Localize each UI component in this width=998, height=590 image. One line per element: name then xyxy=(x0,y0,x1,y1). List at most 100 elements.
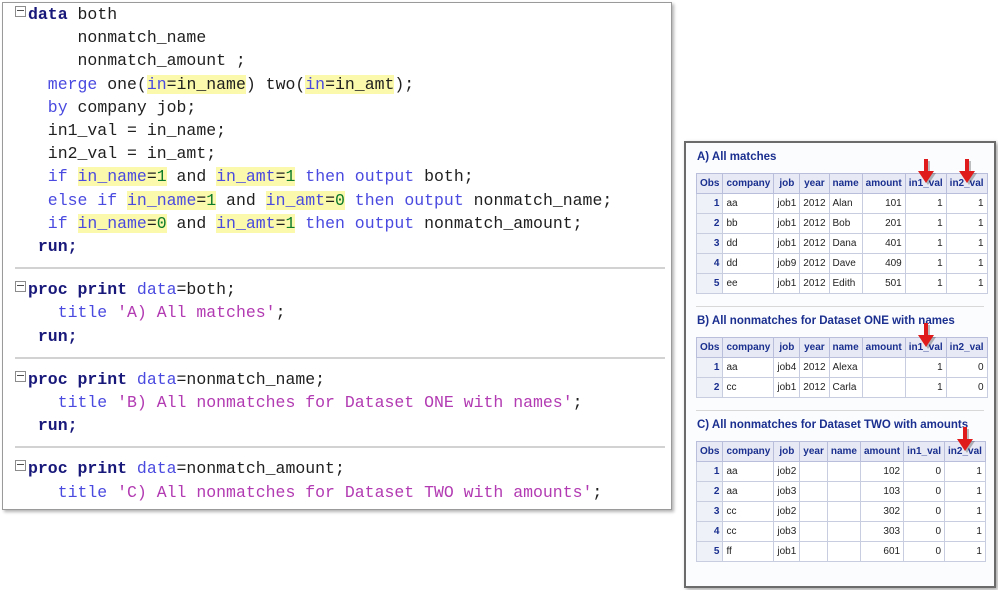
cell-year xyxy=(800,522,828,542)
code-token: in_amt xyxy=(216,214,275,233)
cell-Obs: 1 xyxy=(697,358,723,378)
cell-name xyxy=(827,502,860,522)
cell-year: 2012 xyxy=(800,194,829,214)
code-line[interactable]: if in_name=1 and in_amt=1 then output bo… xyxy=(3,165,671,188)
cell-job: job4 xyxy=(774,358,800,378)
code-line[interactable]: proc print data=both; xyxy=(3,278,671,301)
code-line[interactable]: else if in_name=1 and in_amt=0 then outp… xyxy=(3,189,671,212)
code-token: =nonmatch_amount; xyxy=(177,459,345,478)
table-row: 1aajob42012Alexa10 xyxy=(697,358,988,378)
code-token: both; xyxy=(424,167,474,186)
column-header-company: company xyxy=(723,174,774,194)
column-header-in2_val: in2_val xyxy=(946,174,987,194)
table-row: 2bbjob12012Bob20111 xyxy=(697,214,988,234)
cell-name xyxy=(827,522,860,542)
code-line[interactable]: proc print data=nonmatch_name; xyxy=(3,368,671,391)
code-token: 'A) All matches' xyxy=(117,303,275,322)
code-line[interactable]: title 'A) All matches'; xyxy=(3,301,671,324)
cell-amount: 501 xyxy=(862,274,905,294)
cell-job: job1 xyxy=(774,234,800,254)
code-line[interactable]: merge one(in=in_name) two(in=in_amt); xyxy=(3,73,671,96)
section-a-title: A) All matches xyxy=(697,151,984,163)
table-row: 4ccjob330301 xyxy=(697,522,986,542)
code-token: if xyxy=(28,214,78,233)
code-line[interactable]: nonmatch_amount ; xyxy=(3,49,671,72)
section-c-table: Obscompanyjobyearnameamountin1_valin2_va… xyxy=(696,441,986,562)
code-token: in_name xyxy=(78,167,147,186)
code-token: = xyxy=(196,191,206,210)
cell-name: Edith xyxy=(829,274,862,294)
collapse-minus-icon[interactable] xyxy=(15,371,26,382)
code-token: then output xyxy=(295,214,424,233)
column-header-job: job xyxy=(774,442,800,462)
proc-print-nonmatch-amount-block[interactable]: proc print data=nonmatch_amount; title '… xyxy=(3,457,671,510)
code-line[interactable]: in2_val = in_amt; xyxy=(3,142,671,165)
section-a: A) All matches Obscompanyjobyearnameamoun… xyxy=(686,143,994,294)
cell-in1_val: 0 xyxy=(904,522,945,542)
code-token: in_amt xyxy=(266,191,325,210)
code-token: = xyxy=(276,167,286,186)
table-row: 4ddjob92012Dave40911 xyxy=(697,254,988,274)
code-line[interactable]: run; xyxy=(3,325,671,348)
cell-job: job3 xyxy=(774,522,800,542)
code-token: = xyxy=(147,214,157,233)
code-token: in_name xyxy=(78,214,147,233)
cell-Obs: 4 xyxy=(697,522,723,542)
code-line[interactable]: run; xyxy=(3,235,671,258)
cell-name: Bob xyxy=(829,214,862,234)
collapse-minus-icon[interactable] xyxy=(15,281,26,292)
code-token: nonmatch_name; xyxy=(474,191,613,210)
cell-year: 2012 xyxy=(800,378,829,398)
code-line[interactable]: data both xyxy=(3,3,671,26)
cell-Obs: 2 xyxy=(697,378,723,398)
code-line[interactable]: proc print data=nonmatch_amount; xyxy=(3,457,671,480)
cell-Obs: 2 xyxy=(697,482,723,502)
code-token: then output xyxy=(345,191,474,210)
cell-company: aa xyxy=(723,194,774,214)
code-line[interactable]: title 'B) All nonmatches for Dataset ONE… xyxy=(3,391,671,414)
cell-Obs: 1 xyxy=(697,194,723,214)
column-header-job: job xyxy=(774,338,800,358)
cell-job: job1 xyxy=(774,542,800,562)
code-line[interactable]: nonmatch_name xyxy=(3,26,671,49)
code-line[interactable]: in1_val = in_name; xyxy=(3,119,671,142)
sas-output-results-panel[interactable]: A) All matches Obscompanyjobyearnameamoun… xyxy=(684,141,996,588)
cell-year xyxy=(800,542,828,562)
sas-code-editor-panel[interactable]: data both nonmatch_name nonmatch_amount … xyxy=(2,2,672,510)
table-row: 2ccjob12012Carla10 xyxy=(697,378,988,398)
code-token: run; xyxy=(28,327,78,346)
cell-name: Carla xyxy=(829,378,862,398)
code-token: 1 xyxy=(157,167,167,186)
code-token: 1 xyxy=(206,191,216,210)
collapse-minus-icon[interactable] xyxy=(15,460,26,471)
column-header-Obs: Obs xyxy=(697,338,723,358)
code-line[interactable]: title 'C) All nonmatches for Dataset TWO… xyxy=(3,481,671,504)
section-c: C) All nonmatches for Dataset TWO with a… xyxy=(686,411,994,562)
cell-company: aa xyxy=(723,482,774,502)
cell-name: Alexa xyxy=(829,358,862,378)
proc-print-nonmatch-name-block[interactable]: proc print data=nonmatch_name; title 'B)… xyxy=(3,368,671,438)
section-a-table: Obscompanyjobyearnameamountin1_valin2_va… xyxy=(696,173,988,294)
column-header-amount: amount xyxy=(862,174,905,194)
code-token: both xyxy=(68,5,118,24)
code-token: ; xyxy=(573,393,583,412)
column-header-name: name xyxy=(829,338,862,358)
cell-year xyxy=(800,462,828,482)
code-token: ; xyxy=(592,483,602,502)
code-token: data xyxy=(137,370,177,389)
data-step-block[interactable]: data both nonmatch_name nonmatch_amount … xyxy=(3,3,671,258)
code-token: in1_val = in_name; xyxy=(28,121,226,140)
code-line[interactable]: if in_name=0 and in_amt=1 then output no… xyxy=(3,212,671,235)
cell-company: aa xyxy=(723,358,774,378)
code-token: proc print xyxy=(28,370,137,389)
code-line[interactable]: by company job; xyxy=(3,96,671,119)
proc-print-both-block[interactable]: proc print data=both; title 'A) All matc… xyxy=(3,278,671,348)
cell-amount: 103 xyxy=(860,482,903,502)
column-header-company: company xyxy=(723,338,774,358)
cell-company: bb xyxy=(723,214,774,234)
code-token: ) two( xyxy=(246,75,305,94)
code-line[interactable]: run; xyxy=(3,504,671,510)
column-header-in1_val: in1_val xyxy=(905,174,946,194)
collapse-minus-icon[interactable] xyxy=(15,6,26,17)
code-line[interactable]: run; xyxy=(3,414,671,437)
